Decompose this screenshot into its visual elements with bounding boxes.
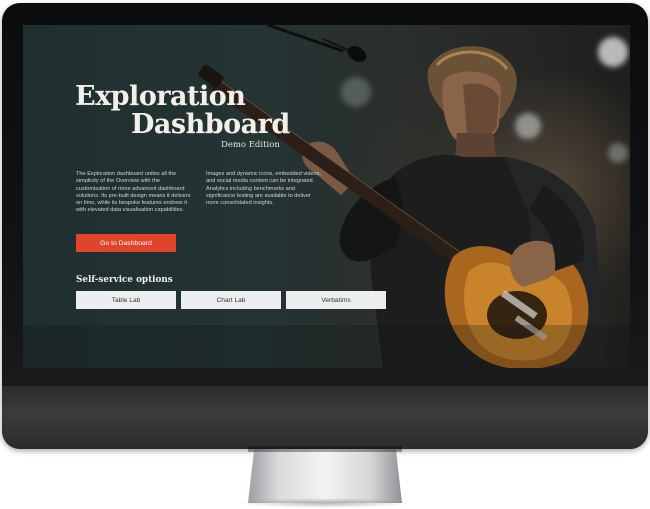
- page-title: Exploration Dashboard: [75, 81, 290, 140]
- intro-text-right: Images and dynamic icons, embedded video…: [206, 171, 322, 207]
- monitor-stand: [248, 449, 402, 503]
- title-line-1: Exploration: [75, 81, 246, 112]
- monitor-mockup: Exploration Dashboard Demo Edition The E…: [0, 0, 650, 509]
- dashboard-screen: Exploration Dashboard Demo Edition The E…: [23, 25, 630, 368]
- stand-joint: [248, 446, 402, 452]
- go-to-dashboard-button[interactable]: Go to Dashboard: [76, 234, 176, 252]
- self-service-heading: Self-service options: [76, 275, 173, 285]
- monitor-chin: [2, 386, 648, 449]
- page-subtitle: Demo Edition: [221, 140, 280, 150]
- stand-shadow: [238, 498, 412, 508]
- title-line-2: Dashboard: [131, 109, 290, 140]
- verbatims-button[interactable]: Verbatims: [286, 291, 386, 309]
- table-lab-button[interactable]: Table Lab: [76, 291, 176, 309]
- chart-lab-button[interactable]: Chart Lab: [181, 291, 281, 309]
- intro-text-left: The Exploration dashboard unites all the…: [76, 171, 191, 214]
